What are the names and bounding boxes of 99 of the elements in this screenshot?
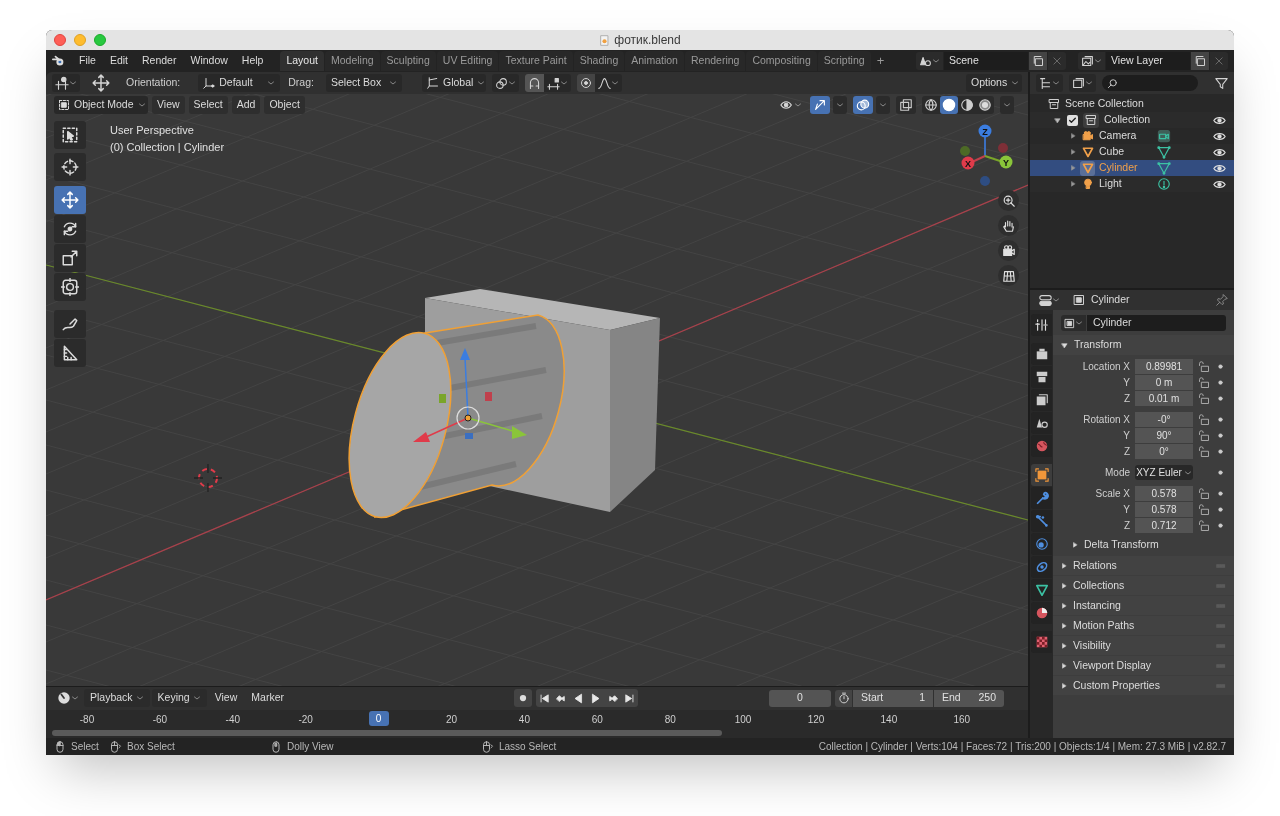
name-field[interactable]: Cylinder [1087, 315, 1226, 331]
workspace-tab[interactable]: UV Editing [436, 51, 499, 71]
number-field[interactable]: 0.578 [1135, 502, 1193, 517]
drag-label: Drag: [288, 75, 314, 91]
end-label: End [942, 690, 961, 706]
menu-item[interactable]: Help [234, 51, 271, 71]
property-label: Z [1122, 519, 1131, 533]
window-title: фотик.blend [614, 32, 681, 49]
panel-header[interactable]: Collections [1053, 576, 1234, 595]
property-label: Y [1122, 376, 1131, 390]
property-label: Z [1122, 392, 1131, 406]
menu-item[interactable]: View [208, 689, 244, 708]
orientation-label: Orientation: [126, 75, 181, 91]
start-frame-field[interactable]: Start 1 [853, 689, 933, 707]
number-field[interactable]: -0° [1135, 412, 1193, 427]
menu-item[interactable]: Window [183, 51, 235, 71]
end-value: 250 [978, 690, 996, 706]
panel-header[interactable]: Viewport Display [1053, 656, 1234, 675]
hint-label: Lasso Select [499, 740, 557, 754]
panel-header[interactable]: Visibility [1053, 636, 1234, 655]
add-tab-button[interactable]: + [871, 51, 890, 71]
frame-number: 40 [518, 712, 530, 727]
start-value: 1 [919, 690, 925, 706]
workspace-tab[interactable]: Scripting [817, 51, 871, 71]
property-label: Rotation X [1082, 413, 1131, 427]
mode-dropdown[interactable]: XYZ Euler [1135, 465, 1193, 480]
number-field[interactable]: 0.578 [1135, 486, 1193, 501]
axis-label: Z [982, 126, 988, 137]
menu-item[interactable]: Marker [245, 689, 290, 708]
frame-number: 140 [880, 712, 898, 727]
number-field[interactable]: 0.01 m [1135, 391, 1193, 406]
frame-number: 160 [953, 712, 971, 727]
view-name: User Perspective [110, 123, 194, 138]
tree-item-label[interactable]: Scene Collection [1065, 96, 1144, 112]
tree-item-label[interactable]: Light [1099, 176, 1153, 192]
property-label: Z [1122, 445, 1131, 459]
frame-number: 80 [664, 712, 676, 727]
frame-number: -40 [225, 712, 240, 727]
menu-item[interactable]: File [72, 51, 103, 71]
frame-number: -20 [298, 712, 313, 727]
menu-item[interactable]: Playback [84, 689, 150, 708]
panel-header[interactable]: Transform [1053, 335, 1234, 355]
workspace-tab[interactable]: Shading [573, 51, 625, 71]
workspace-tab[interactable]: Sculpting [380, 51, 436, 71]
name-field[interactable]: Scene [944, 52, 1028, 70]
number-field[interactable]: 0 m [1135, 375, 1193, 390]
end-frame-field[interactable]: End 250 [934, 689, 1004, 707]
subpanel-header[interactable]: Delta Transform [1053, 535, 1234, 555]
panel-header[interactable]: Custom Properties [1053, 676, 1234, 695]
tree-item-label[interactable]: Cube [1099, 144, 1153, 160]
frame-number: -60 [152, 712, 168, 727]
property-label: Y [1122, 503, 1131, 517]
workspace-tab[interactable]: Texture Paint [499, 51, 573, 71]
drag-dropdown[interactable]: Select Box [325, 74, 402, 92]
name-field[interactable]: View Layer [1106, 52, 1190, 70]
tree-item-label[interactable]: Cylinder [1099, 160, 1153, 176]
hint-label: Box Select [127, 740, 175, 754]
workspace-tab[interactable]: Rendering [684, 51, 746, 71]
menu-item[interactable]: Edit [102, 51, 135, 71]
tree-row[interactable]: Camera [1030, 128, 1234, 144]
panel-header[interactable]: Instancing [1053, 596, 1234, 615]
navigation-gizmo[interactable]: Z X Y [960, 124, 1013, 186]
playhead-frame[interactable]: 0 [368, 710, 389, 726]
active-object-label: (0) Collection | Cylinder [110, 140, 225, 155]
scene-statistics: Collection | Cylinder | Verts:104 | Faces:72 | Tris:200 | Objects:1/4 | Mem: 27.3 MiB | v2.82.7 [818, 740, 1227, 754]
property-label: Location X [1081, 360, 1131, 374]
property-label: Scale X [1094, 487, 1131, 501]
menu-item[interactable]: Render [135, 51, 184, 71]
property-label: Mode [1104, 466, 1131, 480]
tree-item-label[interactable]: Collection [1104, 112, 1151, 128]
panel-header[interactable]: Relations [1053, 556, 1234, 575]
workspace-tab[interactable]: Compositing [746, 51, 817, 71]
tree-item-label[interactable]: Camera [1099, 128, 1153, 144]
number-field[interactable]: 90° [1135, 428, 1193, 443]
orientation-dropdown[interactable]: Default [198, 74, 281, 92]
workspace-tab[interactable]: Layout [280, 51, 324, 71]
object-name: Cylinder [1091, 292, 1130, 308]
frame-number: 120 [807, 712, 825, 727]
transform-orientation-dropdown[interactable]: Global [421, 74, 486, 92]
hint-label: Select [71, 740, 99, 754]
panel-header[interactable]: Motion Paths [1053, 616, 1234, 635]
number-field[interactable]: 0.712 [1135, 518, 1193, 533]
frame-number: 60 [591, 712, 603, 727]
tree-row[interactable]: Cylinder [1030, 160, 1234, 176]
frame-number: 100 [734, 712, 752, 727]
number-field[interactable]: 0° [1135, 444, 1193, 459]
axis-label: X [965, 158, 971, 169]
hint-label: Dolly View [287, 740, 334, 754]
workspace-tab[interactable]: Modeling [324, 51, 380, 71]
frame-number: -80 [79, 712, 95, 727]
axis-label: Y [1003, 157, 1009, 168]
menu-item[interactable]: Keying [151, 689, 207, 708]
current-frame-field[interactable]: 0 [769, 689, 831, 707]
start-label: Start [861, 690, 884, 706]
property-label: Y [1122, 429, 1131, 443]
number-field[interactable]: 0.89981 [1135, 359, 1193, 374]
frame-number: 20 [445, 712, 458, 727]
options-dropdown[interactable]: Options [966, 74, 1022, 92]
workspace-tab[interactable]: Animation [625, 51, 684, 71]
